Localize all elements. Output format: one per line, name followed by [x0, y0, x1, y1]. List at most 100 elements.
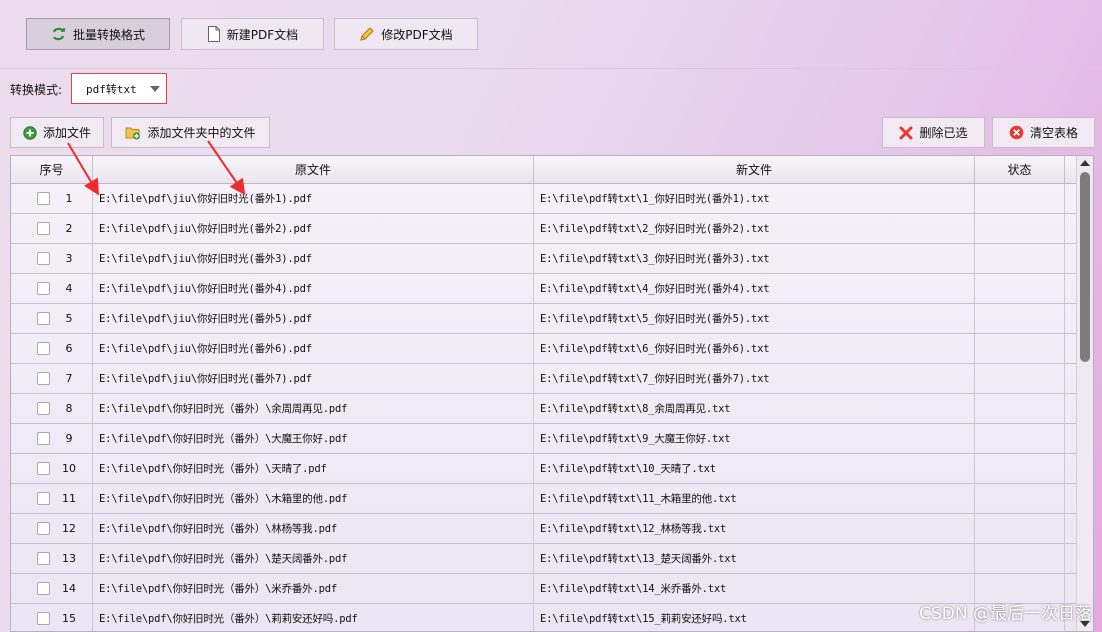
column-header-seq[interactable]: 序号	[11, 156, 93, 183]
add-file-button[interactable]: 添加文件	[10, 117, 104, 148]
tab-label: 新建PDF文档	[226, 27, 299, 42]
target-path: E:\file\pdf转txt\14_米乔番外.txt	[540, 583, 727, 595]
tab-new-pdf[interactable]: 新建PDF文档	[181, 18, 324, 50]
cell-source: E:\file\pdf\jiu\你好旧时光(番外5).pdf	[93, 304, 534, 333]
row-checkbox[interactable]	[37, 372, 50, 385]
delete-selected-button[interactable]: 删除已选	[882, 117, 985, 148]
cell-status	[975, 214, 1065, 243]
row-checkbox[interactable]	[37, 192, 50, 205]
target-path: E:\file\pdf转txt\9_大魔王你好.txt	[540, 433, 731, 445]
vertical-scrollbar[interactable]	[1076, 156, 1093, 631]
row-checkbox[interactable]	[37, 552, 50, 565]
clear-table-label: 清空表格	[1029, 126, 1078, 140]
source-path: E:\file\pdf\jiu\你好旧时光(番外4).pdf	[99, 283, 312, 295]
table-row[interactable]: 11 E:\file\pdf\你好旧时光（番外）\木箱里的他.pdf E:\file…	[11, 484, 1077, 514]
cell-source: E:\file\pdf\你好旧时光（番外）\米乔番外.pdf	[93, 574, 534, 603]
cell-seq: 3	[11, 244, 93, 273]
source-path: E:\file\pdf\jiu\你好旧时光(番外2).pdf	[99, 223, 312, 235]
cell-target: E:\file\pdf转txt\3_你好旧时光(番外3).txt	[534, 244, 975, 273]
column-header-status[interactable]: 状态	[975, 156, 1065, 183]
chevron-down-icon	[150, 86, 160, 92]
tab-bar: 批量转换格式 新建PDF文档 修改PDF文档	[0, 0, 1102, 68]
tab-batch-convert[interactable]: 批量转换格式	[26, 18, 170, 50]
table-row[interactable]: 15 E:\file\pdf\你好旧时光（番外）\莉莉安还好吗.pdf E:\fil…	[11, 604, 1077, 631]
row-number: 13	[62, 552, 76, 565]
cell-seq: 2	[11, 214, 93, 243]
scroll-up-icon[interactable]	[1080, 160, 1090, 166]
table-row[interactable]: 8 E:\file\pdf\你好旧时光（番外）\余周周再见.pdf E:\file\…	[11, 394, 1077, 424]
file-table: 序号 原文件 新文件 状态 1 E:\file\pdf\jiu\你好旧时光(番外1…	[10, 155, 1094, 632]
row-checkbox[interactable]	[37, 282, 50, 295]
row-checkbox[interactable]	[37, 612, 50, 625]
table-row[interactable]: 7 E:\file\pdf\jiu\你好旧时光(番外7).pdf E:\file\p…	[11, 364, 1077, 394]
convert-icon	[52, 27, 65, 41]
table-body: 1 E:\file\pdf\jiu\你好旧时光(番外1).pdf E:\file\p…	[11, 184, 1077, 631]
cell-target: E:\file\pdf转txt\9_大魔王你好.txt	[534, 424, 975, 453]
cell-status	[975, 424, 1065, 453]
cell-target: E:\file\pdf转txt\4_你好旧时光(番外4).txt	[534, 274, 975, 303]
cell-status	[975, 184, 1065, 213]
cell-target: E:\file\pdf转txt\15_莉莉安还好吗.txt	[534, 604, 975, 631]
row-checkbox[interactable]	[37, 402, 50, 415]
delete-selected-label: 删除已选	[919, 126, 968, 140]
scroll-thumb[interactable]	[1080, 172, 1090, 362]
add-folder-label: 添加文件夹中的文件	[147, 126, 256, 140]
cell-target: E:\file\pdf转txt\5_你好旧时光(番外5).txt	[534, 304, 975, 333]
document-icon	[207, 26, 220, 42]
target-path: E:\file\pdf转txt\13_楚天阔番外.txt	[540, 553, 737, 565]
add-file-label: 添加文件	[42, 126, 91, 140]
mode-select[interactable]: pdf转txt	[71, 73, 167, 104]
table-row[interactable]: 5 E:\file\pdf\jiu\你好旧时光(番外5).pdf E:\file\p…	[11, 304, 1077, 334]
row-checkbox[interactable]	[37, 342, 50, 355]
tab-label: 批量转换格式	[72, 27, 145, 42]
row-checkbox[interactable]	[37, 492, 50, 505]
target-path: E:\file\pdf转txt\7_你好旧时光(番外7).txt	[540, 373, 770, 385]
source-path: E:\file\pdf\jiu\你好旧时光(番外3).pdf	[99, 253, 312, 265]
row-number: 15	[62, 612, 76, 625]
delete-icon	[899, 126, 913, 139]
cell-source: E:\file\pdf\你好旧时光（番外）\木箱里的他.pdf	[93, 484, 534, 513]
row-checkbox[interactable]	[37, 582, 50, 595]
target-path: E:\file\pdf转txt\2_你好旧时光(番外2).txt	[540, 223, 770, 235]
table-row[interactable]: 3 E:\file\pdf\jiu\你好旧时光(番外3).pdf E:\file\p…	[11, 244, 1077, 274]
row-number: 6	[65, 342, 73, 355]
row-checkbox[interactable]	[37, 462, 50, 475]
cell-source: E:\file\pdf\jiu\你好旧时光(番外2).pdf	[93, 214, 534, 243]
table-row[interactable]: 1 E:\file\pdf\jiu\你好旧时光(番外1).pdf E:\file\p…	[11, 184, 1077, 214]
table-row[interactable]: 9 E:\file\pdf\你好旧时光（番外）\大魔王你好.pdf E:\file\…	[11, 424, 1077, 454]
row-number: 5	[65, 312, 73, 325]
row-checkbox[interactable]	[37, 222, 50, 235]
table-row[interactable]: 6 E:\file\pdf\jiu\你好旧时光(番外6).pdf E:\file\p…	[11, 334, 1077, 364]
row-checkbox[interactable]	[37, 522, 50, 535]
column-header-target[interactable]: 新文件	[534, 156, 975, 183]
target-path: E:\file\pdf转txt\4_你好旧时光(番外4).txt	[540, 283, 770, 295]
add-folder-button[interactable]: 添加文件夹中的文件	[111, 117, 270, 148]
row-checkbox[interactable]	[37, 312, 50, 325]
source-path: E:\file\pdf\jiu\你好旧时光(番外5).pdf	[99, 313, 312, 325]
table-row[interactable]: 2 E:\file\pdf\jiu\你好旧时光(番外2).pdf E:\file\p…	[11, 214, 1077, 244]
cell-seq: 5	[11, 304, 93, 333]
cell-seq: 12	[11, 514, 93, 543]
cell-seq: 7	[11, 364, 93, 393]
cell-status	[975, 394, 1065, 423]
tab-edit-pdf[interactable]: 修改PDF文档	[334, 18, 478, 50]
cell-source: E:\file\pdf\jiu\你好旧时光(番外4).pdf	[93, 274, 534, 303]
table-row[interactable]: 14 E:\file\pdf\你好旧时光（番外）\米乔番外.pdf E:\file\…	[11, 574, 1077, 604]
watermark: CSDN @最后一次日落	[919, 604, 1092, 624]
target-path: E:\file\pdf转txt\3_你好旧时光(番外3).txt	[540, 253, 770, 265]
table-row[interactable]: 4 E:\file\pdf\jiu\你好旧时光(番外4).pdf E:\file\p…	[11, 274, 1077, 304]
cell-source: E:\file\pdf\jiu\你好旧时光(番外1).pdf	[93, 184, 534, 213]
row-number: 11	[62, 492, 76, 505]
source-path: E:\file\pdf\你好旧时光（番外）\大魔王你好.pdf	[99, 433, 348, 445]
table-row[interactable]: 13 E:\file\pdf\你好旧时光（番外）\楚天阔番外.pdf E:\file…	[11, 544, 1077, 574]
row-checkbox[interactable]	[37, 432, 50, 445]
row-checkbox[interactable]	[37, 252, 50, 265]
clear-table-button[interactable]: 清空表格	[992, 117, 1095, 148]
table-row[interactable]: 10 E:\file\pdf\你好旧时光（番外）\天晴了.pdf E:\file\p…	[11, 454, 1077, 484]
row-number: 9	[65, 432, 73, 445]
table-row[interactable]: 12 E:\file\pdf\你好旧时光（番外）\林杨等我.pdf E:\file\…	[11, 514, 1077, 544]
source-path: E:\file\pdf\你好旧时光（番外）\米乔番外.pdf	[99, 583, 337, 595]
pencil-icon	[360, 27, 375, 41]
cell-status	[975, 364, 1065, 393]
column-header-source[interactable]: 原文件	[93, 156, 534, 183]
